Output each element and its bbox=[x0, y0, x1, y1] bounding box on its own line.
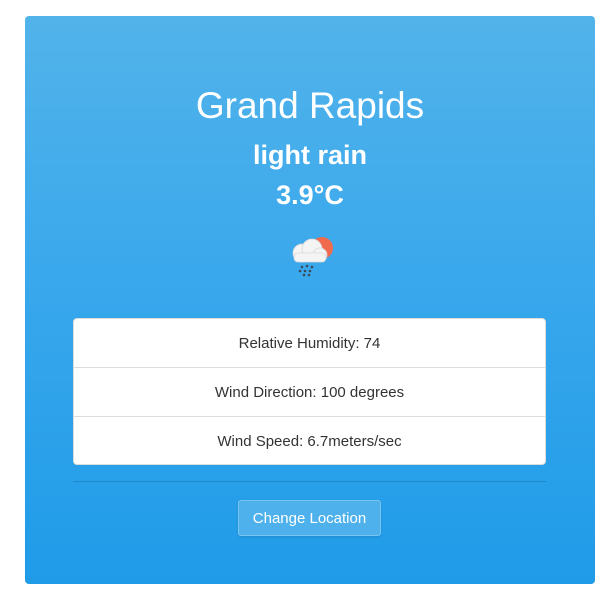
humidity-item: Relative Humidity: 74 bbox=[74, 319, 545, 368]
weather-card: Grand Rapids light rain 3.9°C Relative H… bbox=[25, 16, 595, 584]
wind-speed-item: Wind Speed: 6.7meters/sec bbox=[217, 433, 402, 450]
wind-direction-item: Wind Direction: 100 degrees bbox=[74, 368, 545, 417]
city-name: Grand Rapids bbox=[195, 85, 425, 126]
temperature: 3.9°C bbox=[276, 180, 344, 210]
divider bbox=[73, 481, 546, 482]
cloud-sun-rain-icon bbox=[280, 224, 340, 284]
change-location-button[interactable]: Change Location bbox=[238, 500, 381, 536]
weather-details-list: Relative Humidity: 74 Wind Direction: 10… bbox=[73, 318, 546, 465]
weather-description: light rain bbox=[253, 140, 367, 170]
